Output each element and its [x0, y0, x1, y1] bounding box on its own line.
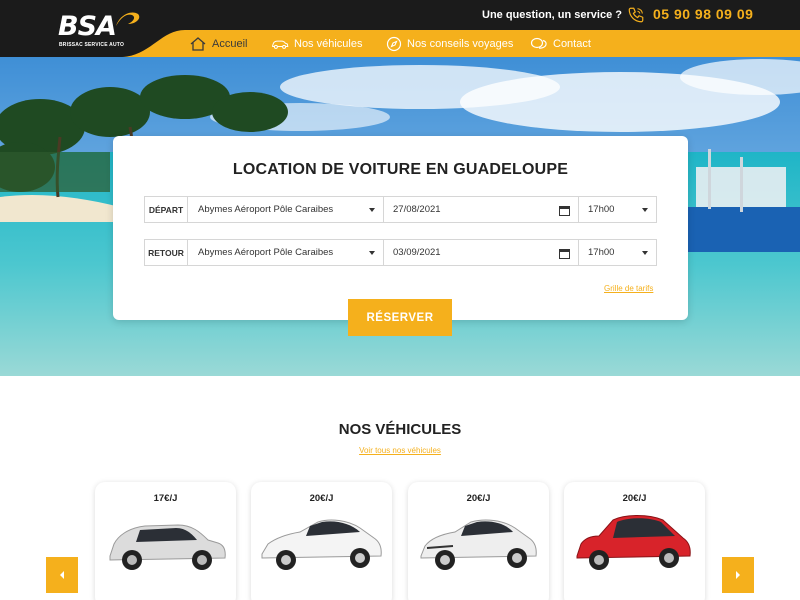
chevron-right-icon	[736, 571, 740, 579]
return-time-value: 17h00	[588, 247, 615, 258]
car-icon	[272, 40, 289, 49]
departure-label: DÉPART	[144, 196, 188, 223]
vehicle-card[interactable]: 20€/J	[408, 482, 549, 600]
chat-icon	[530, 37, 547, 49]
home-icon	[190, 37, 206, 51]
nav-item-vehicules[interactable]: Nos véhicules	[271, 34, 362, 54]
calendar-icon[interactable]	[559, 205, 570, 216]
return-date-value: 03/09/2021	[393, 247, 441, 258]
phone-icon	[628, 7, 644, 23]
logo-subtitle: BRISSAC SERVICE AUTO	[59, 42, 125, 48]
return-time-select[interactable]: 17h00	[579, 239, 657, 266]
nav-item-conseils[interactable]: Nos conseils voyages	[386, 34, 513, 54]
phone-number-link[interactable]: 05 90 98 09 09	[653, 6, 753, 22]
nav-item-contact[interactable]: Contact	[530, 34, 591, 54]
nav-label-conseils: Nos conseils voyages	[407, 38, 514, 50]
chevron-left-icon	[60, 571, 64, 579]
car-image	[420, 519, 537, 570]
search-title: LOCATION DE VOITURE EN GUADELOUPE	[232, 161, 569, 178]
logo-swoosh-icon	[116, 12, 140, 26]
booking-search-card: LOCATION DE VOITURE EN GUADELOUPE DÉPART…	[113, 136, 688, 320]
return-date-input[interactable]: 03/09/2021	[384, 239, 579, 266]
carousel-prev-button[interactable]	[46, 557, 78, 593]
car-image	[109, 524, 226, 570]
car-image	[576, 515, 691, 570]
departure-date-input[interactable]: 27/08/2021	[384, 196, 579, 223]
nav-label-contact: Contact	[553, 38, 591, 50]
carousel-next-button[interactable]	[722, 557, 754, 593]
caret-down-icon	[369, 208, 375, 212]
return-location-value: Abymes Aéroport Pôle Caraibes	[198, 247, 334, 258]
departure-location-select[interactable]: Abymes Aéroport Pôle Caraibes	[188, 196, 384, 223]
return-label: RETOUR	[144, 239, 188, 266]
header-question: Une question, un service ?	[482, 9, 622, 21]
vehicle-card[interactable]: 17€/J	[95, 482, 236, 600]
brand-logo[interactable]: BSA BRISSAC SERVICE AUTO	[58, 8, 142, 52]
vehicles-link-wrap: Voir tous nos véhicules	[0, 446, 800, 455]
departure-date-value: 27/08/2021	[393, 204, 441, 215]
return-row: RETOUR Abymes Aéroport Pôle Caraibes 03/…	[144, 239, 657, 266]
vehicle-card[interactable]: 20€/J	[564, 482, 705, 600]
departure-location-value: Abymes Aéroport Pôle Caraibes	[198, 204, 334, 215]
vehicle-price: 20€/J	[466, 493, 491, 504]
return-location-select[interactable]: Abymes Aéroport Pôle Caraibes	[188, 239, 384, 266]
caret-down-icon	[369, 251, 375, 255]
tarifs-link[interactable]: Grille de tarifs	[604, 284, 653, 293]
departure-time-select[interactable]: 17h00	[579, 196, 657, 223]
vehicles-title: NOS VÉHICULES	[338, 421, 462, 438]
vehicle-card[interactable]: 20€/J	[251, 482, 392, 600]
calendar-icon[interactable]	[559, 248, 570, 259]
vehicle-price: 20€/J	[309, 493, 334, 504]
nav-label-accueil: Accueil	[212, 38, 248, 50]
reserve-button[interactable]: RÉSERVER	[348, 299, 452, 336]
departure-time-value: 17h00	[588, 204, 615, 215]
caret-down-icon	[642, 251, 648, 255]
vehicle-price: 20€/J	[622, 493, 647, 504]
caret-down-icon	[642, 208, 648, 212]
vehicle-price: 17€/J	[153, 493, 178, 504]
car-image	[261, 519, 382, 570]
all-vehicles-link[interactable]: Voir tous nos véhicules	[359, 446, 441, 455]
departure-row: DÉPART Abymes Aéroport Pôle Caraibes 27/…	[144, 196, 657, 223]
compass-icon	[386, 36, 402, 52]
nav-label-vehicules: Nos véhicules	[294, 38, 363, 50]
logo-text: BSA	[58, 11, 117, 42]
nav-item-accueil[interactable]: Accueil	[189, 34, 247, 54]
